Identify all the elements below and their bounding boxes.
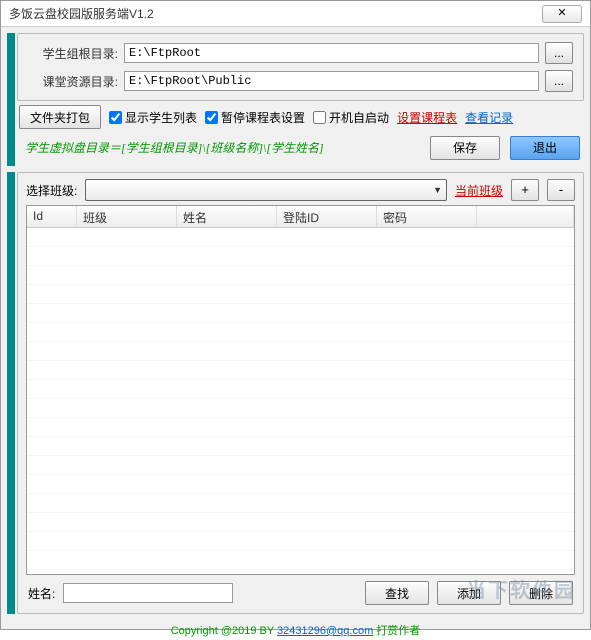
table-body[interactable] [27,228,574,575]
autostart-label: 开机自启动 [329,109,389,126]
chevron-down-icon: ▼ [433,185,442,195]
upper-section: 学生组根目录: ... 课堂资源目录: ... 文件夹打包 显示学生列表 [7,33,584,166]
class-dir-input[interactable] [124,71,539,91]
table-header: Id 班级 姓名 登陆ID 密码 [27,206,574,228]
autostart-checkbox[interactable]: 开机自启动 [313,109,389,126]
find-button[interactable]: 查找 [365,581,429,605]
student-panel: 选择班级: ▼ 当前班级 + - Id 班级 姓名 登陆ID 密码 [17,172,584,614]
lower-section: 选择班级: ▼ 当前班级 + - Id 班级 姓名 登陆ID 密码 [7,172,584,614]
pause-schedule-label: 暂停课程表设置 [221,109,305,126]
close-icon: ✕ [557,7,566,19]
hint-action-row: 学生虚拟盘目录＝[学生组根目录]\[班级名称]\[学生姓名] 保存 退出 [17,135,584,166]
class-dir-browse-button[interactable]: ... [545,70,573,92]
col-class[interactable]: 班级 [77,206,177,227]
add-class-button[interactable]: + [511,179,539,201]
pause-schedule-checkbox-input[interactable] [205,111,218,124]
show-list-checkbox[interactable]: 显示学生列表 [109,109,197,126]
delete-button[interactable]: 删除 [509,581,573,605]
class-select-row: 选择班级: ▼ 当前班级 + - [26,179,575,201]
add-button[interactable]: 添加 [437,581,501,605]
options-row: 文件夹打包 显示学生列表 暂停课程表设置 开机自启动 设置课程表 查看记录 [17,101,584,135]
pause-schedule-checkbox[interactable]: 暂停课程表设置 [205,109,305,126]
name-search-input[interactable] [63,583,233,603]
set-schedule-link[interactable]: 设置课程表 [397,109,457,126]
student-dir-row: 学生组根目录: ... [28,42,573,64]
view-log-link[interactable]: 查看记录 [465,109,513,126]
col-id[interactable]: Id [27,206,77,227]
copyright: Copyright @2019 BY 32431296@qq.com 打赏作者 [7,620,584,640]
current-class-link[interactable]: 当前班级 [455,182,503,199]
title-text: 多饭云盘校园版服务端V1.2 [9,5,542,22]
name-label: 姓名: [28,585,55,602]
titlebar: 多饭云盘校园版服务端V1.2 ✕ [1,1,590,27]
student-dir-label: 学生组根目录: [28,45,118,62]
table-actions-row: 姓名: 查找 添加 删除 [26,575,575,607]
class-dir-label: 课堂资源目录: [28,73,118,90]
copyright-prefix: Copyright @2019 BY [171,625,277,637]
pack-folder-button[interactable]: 文件夹打包 [19,105,101,129]
exit-button[interactable]: 退出 [510,136,580,160]
autostart-checkbox-input[interactable] [313,111,326,124]
remove-class-button[interactable]: - [547,179,575,201]
copyright-suffix[interactable]: 打赏作者 [373,625,420,637]
col-name[interactable]: 姓名 [177,206,277,227]
class-combobox[interactable]: ▼ [85,179,447,201]
show-list-label: 显示学生列表 [125,109,197,126]
col-rest [477,206,574,227]
content: 学生组根目录: ... 课堂资源目录: ... 文件夹打包 显示学生列表 [1,27,590,640]
class-select-label: 选择班级: [26,182,77,199]
close-button[interactable]: ✕ [542,5,582,23]
student-dir-input[interactable] [124,43,539,63]
save-button[interactable]: 保存 [430,136,500,160]
directory-panel: 学生组根目录: ... 课堂资源目录: ... [17,33,584,101]
col-login[interactable]: 登陆ID [277,206,377,227]
show-list-checkbox-input[interactable] [109,111,122,124]
copyright-email-link[interactable]: 32431296@qq.com [277,625,373,637]
student-table: Id 班级 姓名 登陆ID 密码 [26,205,575,575]
col-pwd[interactable]: 密码 [377,206,477,227]
class-dir-row: 课堂资源目录: ... [28,70,573,92]
hint-text: 学生虚拟盘目录＝[学生组根目录]\[班级名称]\[学生姓名] [21,135,328,160]
main-window: 多饭云盘校园版服务端V1.2 ✕ 学生组根目录: ... 课堂资源目录: ...… [0,0,591,630]
student-dir-browse-button[interactable]: ... [545,42,573,64]
